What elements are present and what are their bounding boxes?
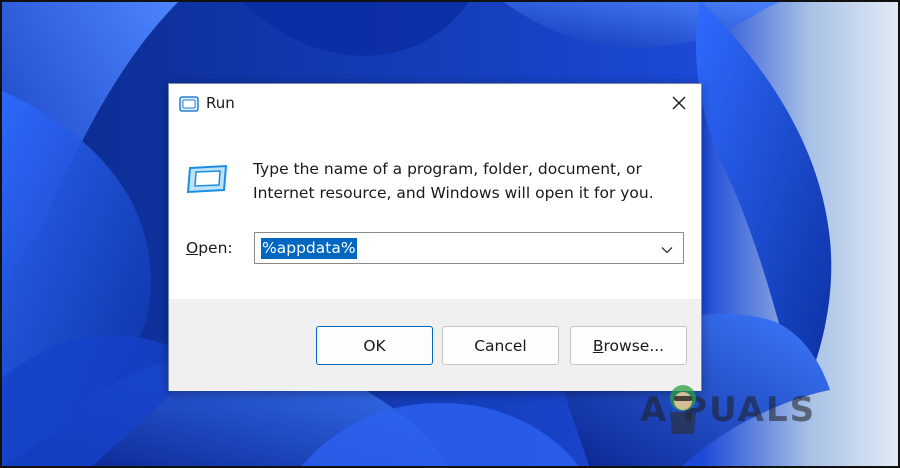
close-icon [672,95,686,114]
browse-button-label: rowse... [603,336,665,355]
dialog-message: Type the name of a program, folder, docu… [253,157,683,205]
chevron-down-icon [661,239,673,258]
open-label-accesskey: O [186,239,199,257]
close-button[interactable] [657,84,701,124]
appuals-watermark: A PUALS [640,382,850,438]
ok-button[interactable]: OK [316,326,433,365]
open-input[interactable]: %appdata% [261,238,357,259]
title-bar[interactable]: Run [169,84,701,124]
open-label: Open: [186,239,233,257]
dialog-title: Run [206,94,235,112]
appuals-mascot-logo [662,382,704,440]
button-footer: OK Cancel Browse... [169,299,701,391]
open-label-text: pen: [198,239,233,257]
cancel-button-label: Cancel [474,336,527,355]
message-line: Internet resource, and Windows will open… [253,184,654,202]
browse-button[interactable]: Browse... [570,326,687,365]
run-icon [186,164,229,194]
dropdown-button[interactable] [655,233,679,263]
ok-button-label: OK [363,336,386,355]
run-icon [179,96,199,112]
open-combobox[interactable]: %appdata% [254,232,684,264]
message-line: Type the name of a program, folder, docu… [253,160,642,178]
run-dialog: Run Type the name of a program, folder, … [168,83,702,391]
browse-accesskey: B [592,336,604,355]
cancel-button[interactable]: Cancel [442,326,559,365]
